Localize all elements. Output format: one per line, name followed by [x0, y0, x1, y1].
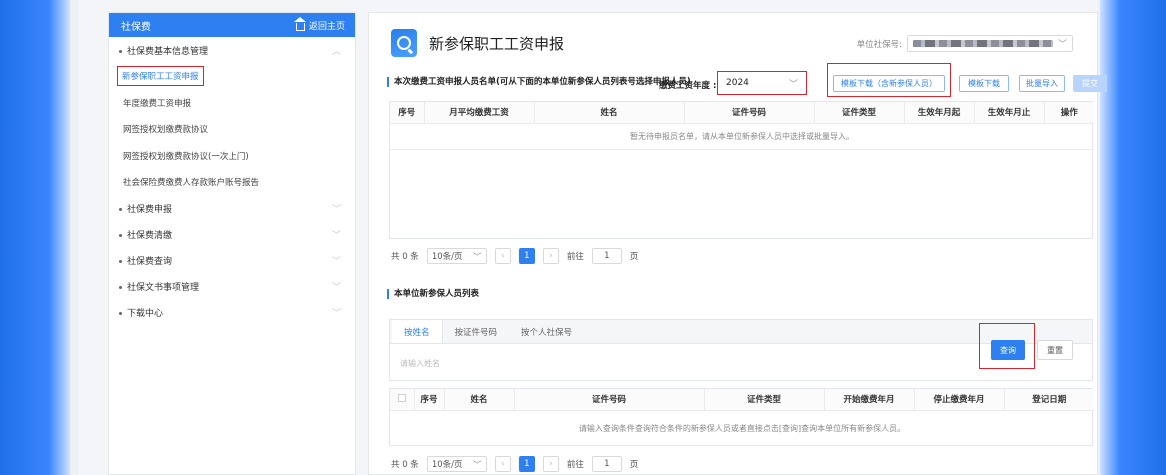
col-header: 证件类型: [814, 102, 905, 123]
col-header: 开始缴费年月: [824, 389, 915, 410]
col-header: 序号: [390, 102, 425, 123]
search-input[interactable]: 请输入姓名: [398, 352, 982, 374]
empty-message: 暂无待申报员名单，请从本单位新参保人员中选择或批量导入。: [390, 122, 1094, 150]
pager-bottom: 共 0 条 10条/页 ﹀ ‹ 1 › 前往 1 页: [391, 456, 638, 472]
chevron-down-icon: ﹀: [331, 257, 341, 267]
home-icon: [293, 16, 306, 31]
chevron-down-icon: ﹀: [331, 231, 341, 241]
prev-page-button[interactable]: ‹: [494, 456, 511, 472]
col-header: 姓名: [534, 102, 685, 123]
sidebar-group-declare[interactable]: 社保费申报 ﹀: [109, 196, 355, 222]
right-frame: [1100, 0, 1166, 475]
bullet-icon: [119, 49, 122, 53]
goto-page-input[interactable]: 1: [591, 248, 622, 264]
sidebar-group-download[interactable]: 下载中心 ﹀: [109, 300, 355, 326]
sidebar: 社保费 返回主页 社保费基本信息管理 ︿ 新参保职工工资申报 年度缴费工资申报 …: [108, 12, 356, 475]
page-size-select[interactable]: 10条/页 ﹀: [426, 456, 487, 472]
unit-selector: 单位社保号: ﹀: [857, 35, 1073, 52]
batch-import-button[interactable]: 批量导入: [1019, 75, 1065, 92]
submit-button[interactable]: 提交: [1073, 75, 1107, 92]
tab-by-id[interactable]: 按证件号码: [443, 320, 510, 343]
template-download-button[interactable]: 模板下载: [959, 75, 1009, 92]
template-download-new-button[interactable]: 模板下载（含新参保人员）: [833, 75, 945, 92]
chevron-down-icon: ﹀: [331, 283, 341, 293]
chevron-down-icon: ﹀: [788, 79, 798, 90]
chevron-down-icon: ﹀: [472, 252, 482, 263]
home-link-label: 返回主页: [308, 21, 345, 32]
next-page-button[interactable]: ›: [542, 456, 559, 472]
chevron-down-icon: ﹀: [331, 205, 341, 215]
col-header: 操作: [1044, 102, 1094, 123]
col-header: 证件号码: [684, 102, 815, 123]
chevron-down-icon: ﹀: [1057, 40, 1067, 50]
query-button[interactable]: 查询: [991, 340, 1025, 360]
title-row: 新参保职工工资申报: [391, 29, 564, 57]
bullet-icon: [119, 286, 122, 289]
main-panel: 新参保职工工资申报 单位社保号: ﹀ 本次缴费工资申报人员名单(可从下面的本单位…: [368, 12, 1107, 475]
sidebar-group-clear[interactable]: 社保费清缴 ﹀: [109, 222, 355, 248]
chevron-up-icon: ︿: [331, 46, 341, 57]
sidebar-item-new-staff-wage[interactable]: 新参保职工工资申报: [109, 63, 355, 90]
sidebar-item-account-report[interactable]: 社会保险费缴费人存款账户账号报告: [109, 169, 355, 196]
col-header: 登记日期: [1004, 389, 1094, 410]
year-select[interactable]: 2024 ﹀: [717, 71, 807, 95]
col-header: 证件号码: [514, 389, 705, 410]
col-header: 生效年月止: [974, 102, 1045, 123]
page-size-select[interactable]: 10条/页 ﹀: [426, 248, 487, 264]
new-staff-table: 序号 姓名 证件号码 证件类型 开始缴费年月 停止缴费年月 登记日期 请输入查询…: [389, 388, 1094, 446]
select-all-checkbox[interactable]: [390, 389, 415, 410]
sidebar-group-basic-info[interactable]: 社保费基本信息管理 ︿: [109, 37, 355, 63]
section-new-staff-list: 本单位新参保人员列表: [387, 289, 479, 299]
bullet-icon: [119, 312, 122, 315]
page-title: 新参保职工工资申报: [429, 34, 565, 53]
pager-top: 共 0 条 10条/页 ﹀ ‹ 1 › 前往 1 页: [391, 248, 638, 264]
col-header: 月平均缴费工资: [424, 102, 535, 123]
bullet-icon: [119, 234, 122, 237]
empty-message: 请输入查询条件查询符合条件的新参保人员或者直接点击[查询]查询本单位所有新参保人…: [390, 409, 1094, 446]
sidebar-item-annual-wage[interactable]: 年度缴费工资申报: [109, 90, 355, 117]
col-header: 姓名: [444, 389, 515, 410]
col-header: 序号: [414, 389, 445, 410]
sidebar-title: 社保费: [121, 21, 151, 33]
redacted-value: [913, 40, 1053, 47]
sidebar-item-online-agreement[interactable]: 网签授权划缴费款协议: [109, 116, 355, 143]
col-header: 生效年月起: [904, 102, 975, 123]
sidebar-header: 社保费 返回主页: [109, 13, 355, 37]
sidebar-item-online-agreement-visit[interactable]: 网签授权划缴费款协议(一次上门): [109, 143, 355, 170]
unit-label: 单位社保号:: [856, 39, 902, 50]
sidebar-group-query[interactable]: 社保费查询 ﹀: [109, 248, 355, 274]
bullet-icon: [119, 208, 122, 211]
chevron-down-icon: ﹀: [331, 309, 341, 319]
home-link[interactable]: 返回主页: [293, 16, 345, 32]
declare-table: 序号 月平均缴费工资 姓名 证件号码 证件类型 生效年月起 生效年月止 操作 暂…: [389, 101, 1094, 239]
search-logo-icon: [391, 29, 417, 57]
prev-page-button[interactable]: ‹: [494, 248, 511, 264]
app-canvas: 社保费 返回主页 社保费基本信息管理 ︿ 新参保职工工资申报 年度缴费工资申报 …: [78, 0, 1107, 475]
section-declare-list: 本次缴费工资申报人员名单(可从下面的本单位新参保人员列表号选择申报人员): [387, 77, 691, 87]
year-label: 缴费工资年度 :: [659, 81, 717, 91]
chevron-down-icon: ﹀: [472, 460, 482, 471]
bullet-icon: [119, 260, 122, 263]
unit-select[interactable]: ﹀: [907, 35, 1073, 52]
sidebar-group-documents[interactable]: 社保文书事项管理 ﹀: [109, 274, 355, 300]
goto-page-input[interactable]: 1: [591, 456, 622, 472]
next-page-button[interactable]: ›: [542, 248, 559, 264]
page-number[interactable]: 1: [518, 248, 535, 264]
reset-button[interactable]: 重置: [1037, 340, 1073, 360]
tab-by-name[interactable]: 按姓名: [392, 320, 443, 343]
page-number[interactable]: 1: [518, 456, 535, 472]
left-frame: [0, 0, 70, 475]
col-header: 停止缴费年月: [914, 389, 1005, 410]
col-header: 证件类型: [704, 389, 825, 410]
tab-by-social-no[interactable]: 按个人社保号: [509, 320, 584, 343]
